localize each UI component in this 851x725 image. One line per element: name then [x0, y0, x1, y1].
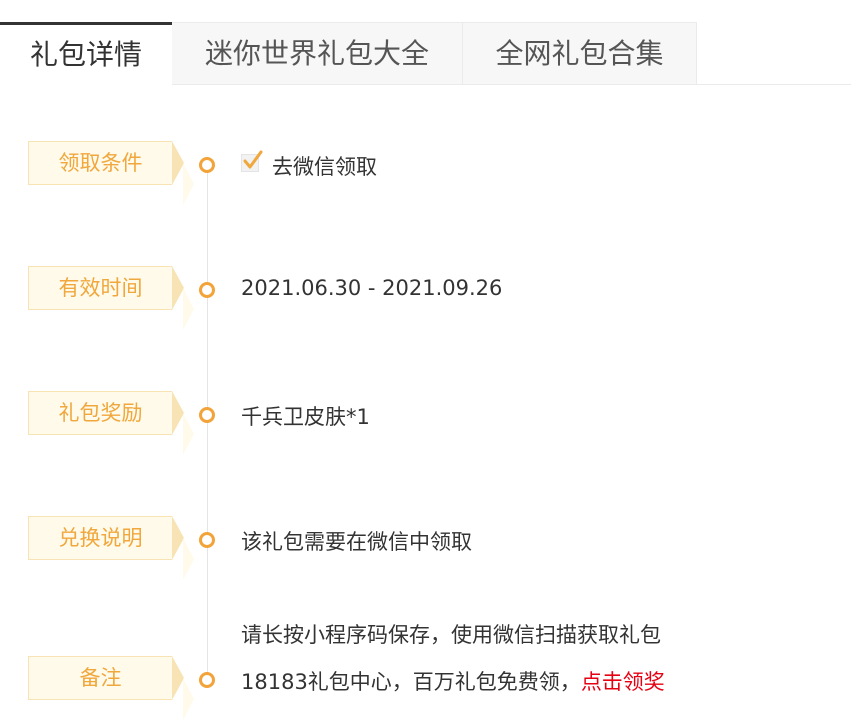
condition-value: 去微信领取 — [272, 155, 377, 179]
note-line-2: 18183礼包中心，百万礼包免费领，点击领奖 — [241, 666, 665, 696]
tab-mini-world-gifts[interactable]: 迷你世界礼包大全 — [172, 22, 463, 84]
timeline-dot — [199, 157, 215, 173]
timeline-dot — [199, 672, 215, 688]
condition-label: 领取条件 — [28, 141, 194, 205]
label-arrow — [172, 266, 194, 330]
claim-reward-link[interactable]: 点击领奖 — [581, 670, 665, 694]
note-label: 备注 — [28, 656, 194, 720]
label-arrow — [172, 516, 194, 580]
timeline-line — [207, 165, 208, 685]
reward-label-text: 礼包奖励 — [58, 401, 143, 425]
label-arrow — [172, 141, 194, 205]
validity-label-text: 有效时间 — [58, 276, 143, 300]
tab-gift-details[interactable]: 礼包详情 — [0, 22, 172, 85]
timeline-dot — [199, 532, 215, 548]
tab-bar: 礼包详情 迷你世界礼包大全 全网礼包合集 — [0, 22, 851, 85]
note-label-text: 备注 — [79, 666, 122, 690]
redeem-label-text: 兑换说明 — [58, 526, 143, 550]
redeem-label: 兑换说明 — [28, 516, 194, 580]
condition-label-text: 领取条件 — [58, 151, 143, 175]
checkbox-checked-icon[interactable] — [241, 150, 263, 172]
reward-label: 礼包奖励 — [28, 391, 194, 455]
note-line-2-text: 18183礼包中心，百万礼包免费领， — [241, 670, 581, 694]
timeline-dot — [199, 282, 215, 298]
note-line-1: 请长按小程序码保存，使用微信扫描获取礼包 — [241, 623, 661, 647]
timeline-dot — [199, 407, 215, 423]
validity-label: 有效时间 — [28, 266, 194, 330]
redeem-value: 该礼包需要在微信中领取 — [241, 530, 472, 554]
label-arrow — [172, 391, 194, 455]
reward-value: 千兵卫皮肤*1 — [241, 405, 370, 429]
tab-all-gifts-collection[interactable]: 全网礼包合集 — [463, 22, 697, 84]
label-arrow — [172, 656, 194, 720]
validity-value: 2021.06.30 - 2021.09.26 — [241, 276, 503, 300]
